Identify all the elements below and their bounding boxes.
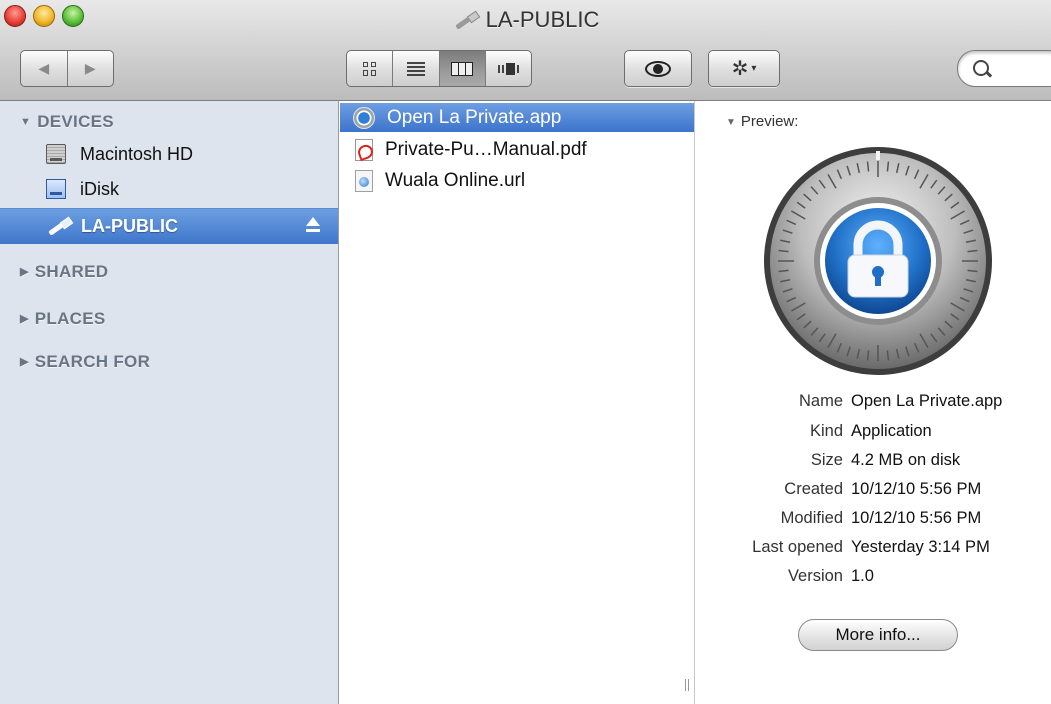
sidebar: ▼ DEVICES Macintosh HD iDisk LA-PUBLIC ▶ S… xyxy=(0,101,339,704)
sidebar-item-idisk[interactable]: iDisk xyxy=(46,175,119,203)
sidebar-item-label: Macintosh HD xyxy=(80,143,194,164)
icon-view-button[interactable] xyxy=(347,51,392,86)
dial-tick xyxy=(967,249,978,253)
search-icon xyxy=(973,60,989,76)
window-title-bar: LA-PUBLIC xyxy=(0,6,1051,33)
app-icon xyxy=(353,106,375,129)
back-forward-control: ◀ ▶ xyxy=(20,50,114,87)
eject-icon[interactable] xyxy=(305,217,321,235)
toolbar: LA-PUBLIC ◀ ▶ ✲ ▾ xyxy=(0,0,1051,101)
disclosure-triangle-closed-icon: ▶ xyxy=(20,356,29,368)
eye-icon xyxy=(645,60,671,77)
file-item-open-la-private[interactable]: Open La Private.app xyxy=(340,103,694,132)
dial-tick xyxy=(866,350,870,361)
disclosure-triangle-closed-icon: ▶ xyxy=(20,313,29,325)
sidebar-item-label: LA-PUBLIC xyxy=(81,216,178,236)
info-row-size: Size 4.2 MB on disk xyxy=(810,451,961,469)
disclosure-triangle-closed-icon: ▶ xyxy=(20,266,29,278)
sidebar-item-la-public[interactable]: LA-PUBLIC xyxy=(0,208,338,244)
more-info-button[interactable]: More info... xyxy=(798,619,958,651)
column-view-icon xyxy=(451,61,474,76)
icon-view-icon xyxy=(362,61,377,76)
cover-flow-icon xyxy=(496,62,520,76)
window-title: LA-PUBLIC xyxy=(485,7,600,33)
file-item-manual-pdf[interactable]: Private-Pu…Manual.pdf xyxy=(340,135,694,164)
finder-window: LA-PUBLIC ◀ ▶ ✲ ▾ ▼ DEVICES Macintosh HD… xyxy=(0,0,1051,704)
list-view-button[interactable] xyxy=(392,51,438,86)
info-row-created: Created 10/12/10 5:56 PM xyxy=(784,480,982,498)
file-name: Open La Private.app xyxy=(387,106,562,128)
sidebar-section-places[interactable]: ▶ PLACES xyxy=(20,309,106,329)
cover-flow-button[interactable] xyxy=(484,51,531,86)
lock-app-icon xyxy=(764,147,992,375)
info-row-last-opened: Last opened Yesterday 3:14 PM xyxy=(752,538,990,556)
sidebar-item-macintosh-hd[interactable]: Macintosh HD xyxy=(46,140,193,168)
file-column: Open La Private.app Private-Pu…Manual.pd… xyxy=(340,101,695,704)
column-resize-handle[interactable] xyxy=(685,679,689,691)
forward-button[interactable]: ▶ xyxy=(66,51,114,86)
info-row-modified: Modified 10/12/10 5:56 PM xyxy=(780,509,982,527)
list-view-icon xyxy=(406,61,425,76)
preview-header[interactable]: ▼ Preview: xyxy=(726,113,798,130)
file-name: Private-Pu…Manual.pdf xyxy=(385,138,587,160)
dial-tick xyxy=(778,249,789,253)
disclosure-triangle-open-icon: ▼ xyxy=(20,116,32,128)
sidebar-section-shared[interactable]: ▶ SHARED xyxy=(20,262,108,282)
dial-tick xyxy=(967,269,978,273)
info-row-name: Name Open La Private.app xyxy=(798,392,1003,410)
hard-drive-icon xyxy=(46,144,66,164)
info-row-kind: Kind Application xyxy=(809,422,932,440)
dial-tick xyxy=(886,161,890,172)
back-button[interactable]: ◀ xyxy=(21,51,67,86)
usb-drive-icon xyxy=(46,216,74,236)
sidebar-section-devices[interactable]: ▼ DEVICES xyxy=(20,112,114,132)
dial-tick xyxy=(866,161,870,172)
info-row-version: Version 1.0 xyxy=(787,567,874,585)
file-item-wuala-url[interactable]: Wuala Online.url xyxy=(340,166,694,195)
dial-tick xyxy=(886,350,890,361)
search-input[interactable] xyxy=(957,50,1051,87)
file-name: Wuala Online.url xyxy=(385,169,526,191)
usb-drive-icon xyxy=(452,11,480,29)
dial-tick xyxy=(778,269,789,273)
preview-pane: ▼ Preview: Name Open La Private.app Kind… xyxy=(696,101,1051,704)
quick-look-button[interactable] xyxy=(624,50,692,87)
back-arrow-icon: ◀ xyxy=(38,60,50,76)
action-menu-button[interactable]: ✲ ▾ xyxy=(708,50,780,87)
sidebar-item-label: iDisk xyxy=(80,178,119,199)
view-mode-control xyxy=(346,50,532,87)
forward-arrow-icon: ▶ xyxy=(84,60,96,76)
gear-icon: ✲ xyxy=(731,58,749,80)
idisk-icon xyxy=(46,179,66,199)
sidebar-section-search-for[interactable]: ▶ SEARCH FOR xyxy=(20,352,150,372)
pdf-icon xyxy=(355,138,373,161)
url-icon xyxy=(355,169,373,192)
column-view-button[interactable] xyxy=(438,51,485,86)
chevron-down-icon: ▾ xyxy=(751,63,757,74)
disclosure-triangle-open-icon: ▼ xyxy=(726,117,736,128)
